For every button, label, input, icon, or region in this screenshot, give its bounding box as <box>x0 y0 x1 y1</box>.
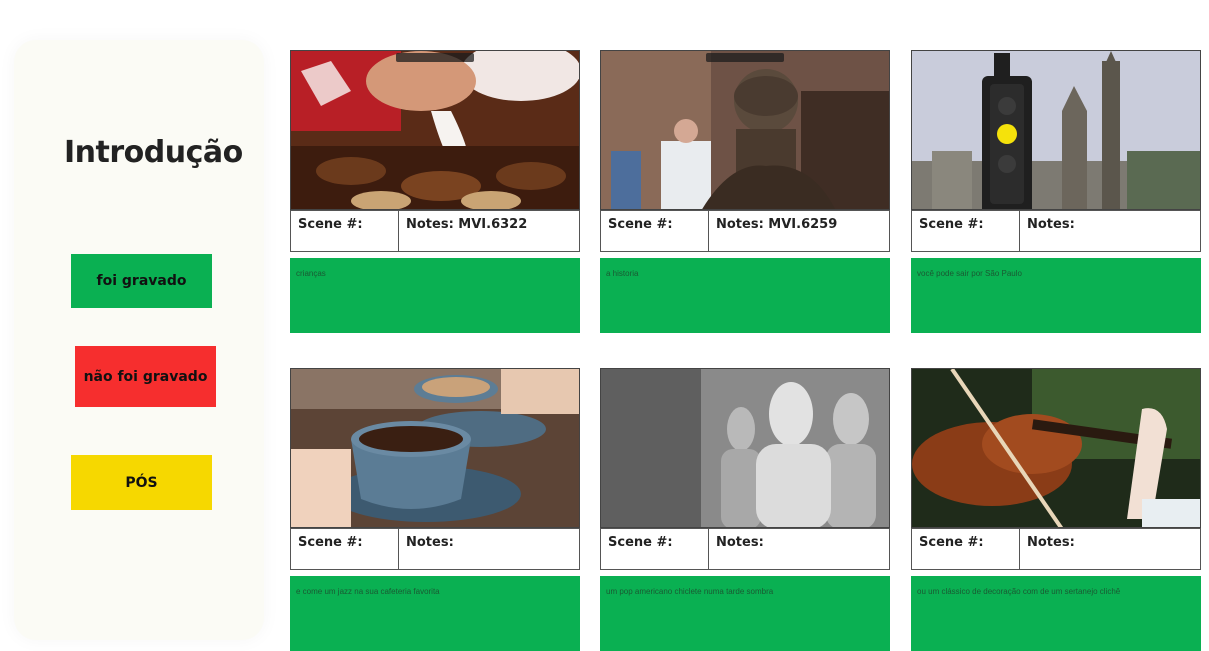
video-overlay-bar <box>706 53 784 62</box>
scene-description[interactable]: um pop americano chiclete numa tarde som… <box>600 576 890 651</box>
scene-number-field[interactable]: Scene #: <box>601 211 709 251</box>
mannequins-image[interactable] <box>600 368 890 528</box>
page-title: Introdução <box>64 135 243 170</box>
scene-meta-row: Scene #: Notes: MVI.6259 <box>600 210 890 252</box>
notes-field[interactable]: Notes: <box>399 529 579 569</box>
scene-description[interactable]: crianças <box>290 258 580 333</box>
scene-meta-row: Scene #: Notes: MVI.6322 <box>290 210 580 252</box>
violin-image[interactable] <box>911 368 1201 528</box>
video-overlay-bar <box>396 53 474 62</box>
fondue-dessert-image[interactable] <box>290 50 580 210</box>
notes-field[interactable]: Notes: <box>1020 211 1200 251</box>
scene-number-field[interactable]: Scene #: <box>912 529 1020 569</box>
statue-street-image[interactable] <box>600 50 890 210</box>
scene-meta-row: Scene #: Notes: <box>911 210 1201 252</box>
legend-not-recorded-button[interactable]: não foi gravado <box>75 346 216 407</box>
scene-description[interactable]: e come um jazz na sua cafeteria favorita <box>290 576 580 651</box>
scene-number-field[interactable]: Scene #: <box>291 529 399 569</box>
notes-field[interactable]: Notes: <box>709 529 889 569</box>
legend-post-button[interactable]: PÓS <box>71 455 212 510</box>
scene-number-field[interactable]: Scene #: <box>912 211 1020 251</box>
legend-recorded-button[interactable]: foi gravado <box>71 254 212 308</box>
scene-meta-row: Scene #: Notes: <box>600 528 890 570</box>
sidebar-panel <box>14 40 264 640</box>
coffee-cups-image[interactable] <box>290 368 580 528</box>
scene-meta-row: Scene #: Notes: <box>911 528 1201 570</box>
scene-description[interactable]: a historia <box>600 258 890 333</box>
traffic-light-image[interactable] <box>911 50 1201 210</box>
scene-meta-row: Scene #: Notes: <box>290 528 580 570</box>
scene-number-field[interactable]: Scene #: <box>601 529 709 569</box>
notes-field[interactable]: Notes: <box>1020 529 1200 569</box>
scene-description[interactable]: você pode sair por São Paulo <box>911 258 1201 333</box>
scene-description[interactable]: ou um clássico de decoração com de um se… <box>911 576 1201 651</box>
notes-field[interactable]: Notes: MVI.6259 <box>709 211 889 251</box>
notes-field[interactable]: Notes: MVI.6322 <box>399 211 579 251</box>
scene-number-field[interactable]: Scene #: <box>291 211 399 251</box>
